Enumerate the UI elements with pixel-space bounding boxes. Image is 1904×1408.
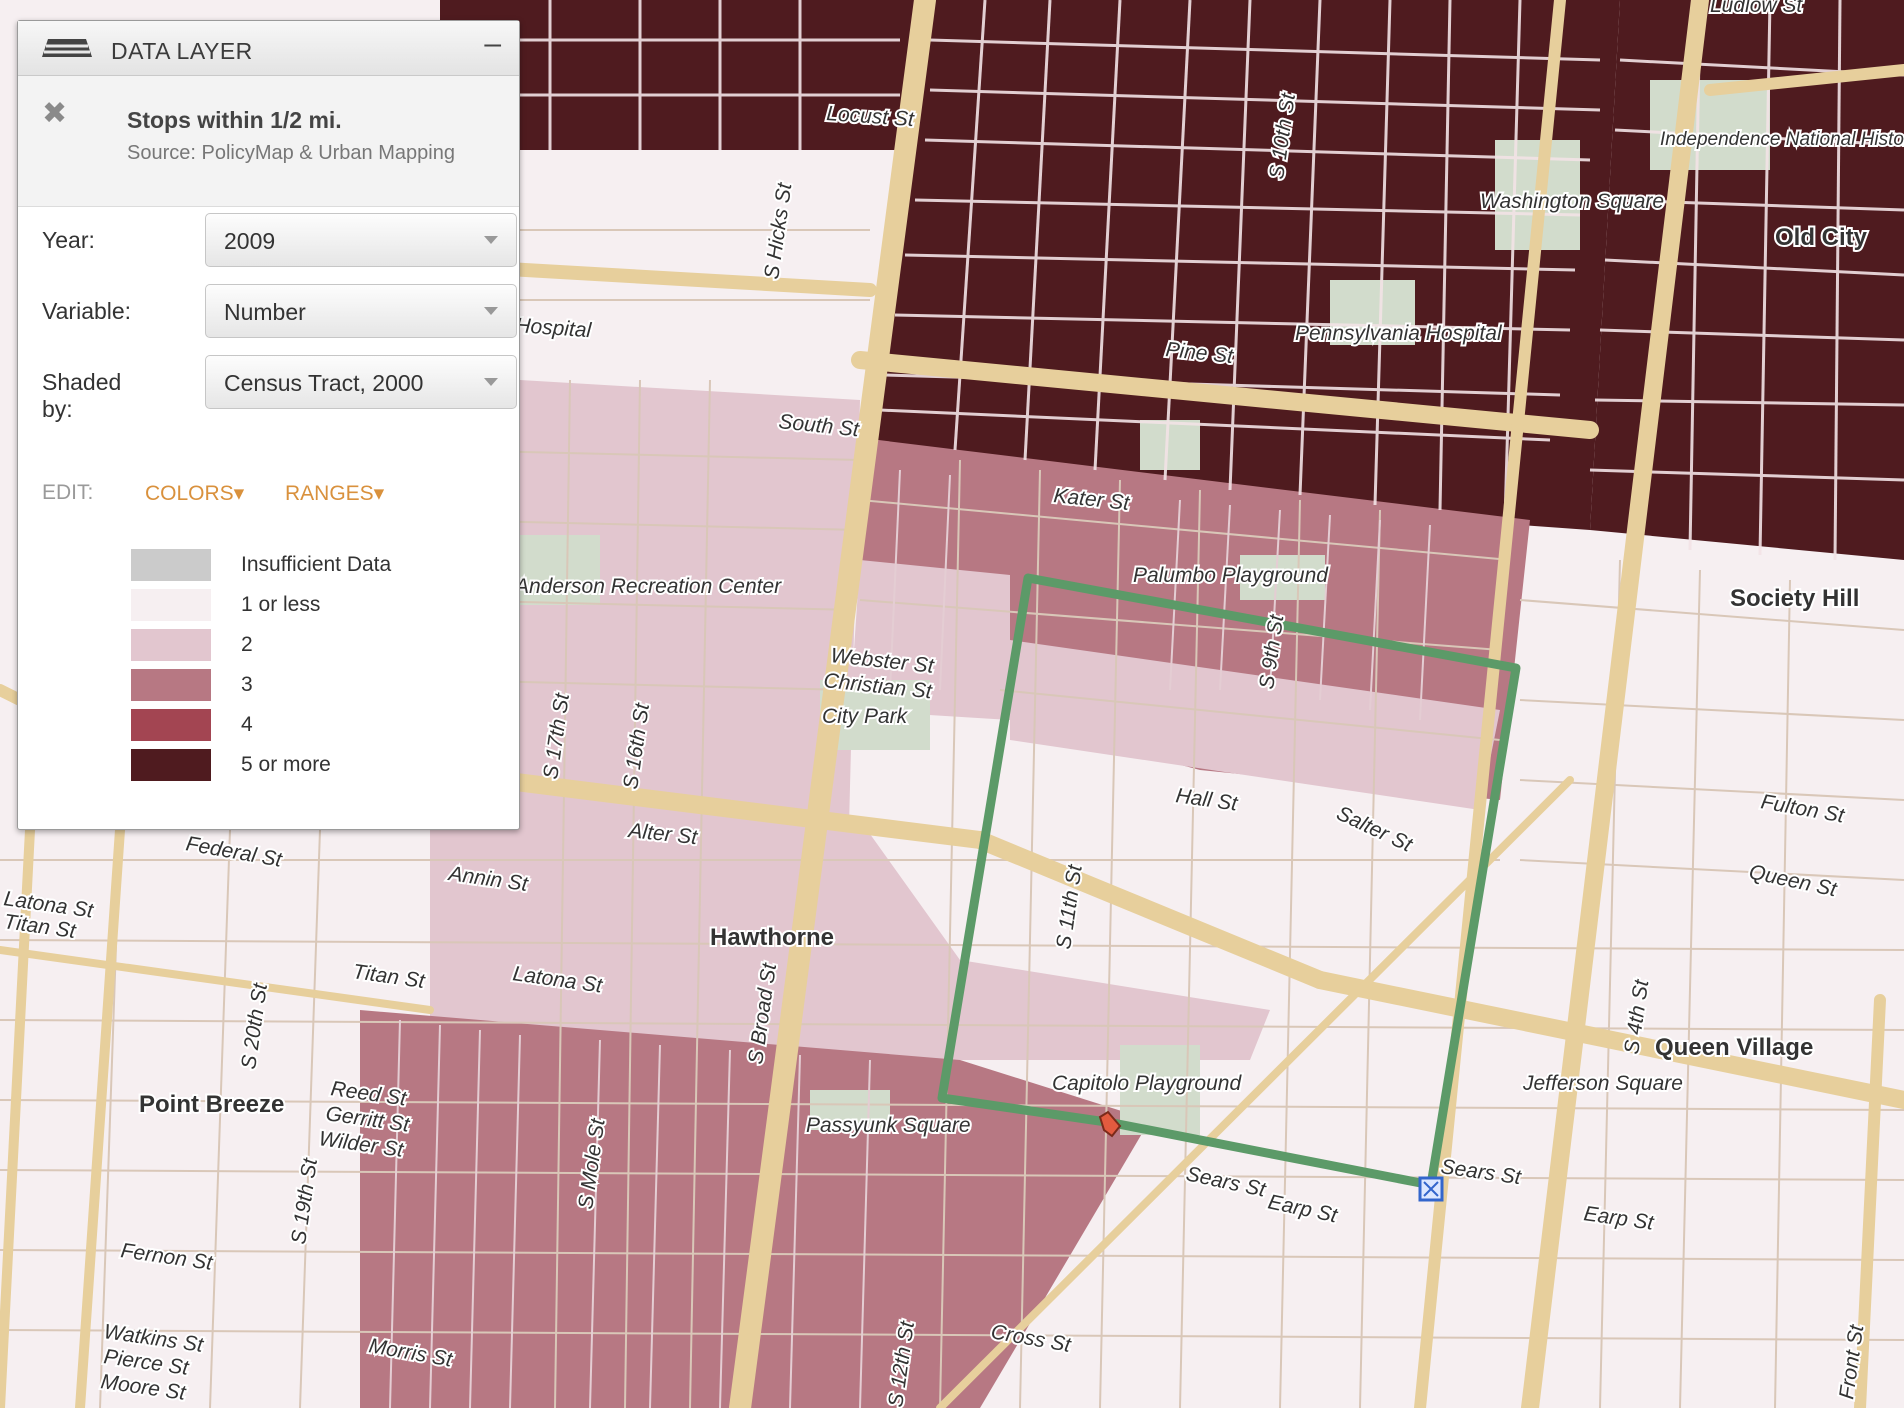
- legend-item: 3: [131, 669, 531, 701]
- chevron-down-icon: [484, 236, 498, 244]
- legend-label: 2: [241, 633, 253, 656]
- map-label: Jefferson Square: [1522, 1072, 1683, 1095]
- legend-swatch: [131, 549, 211, 581]
- map-label: City Park: [822, 705, 909, 728]
- map-label: Queen Village: [1655, 1034, 1813, 1061]
- minimize-button[interactable]: –: [484, 27, 501, 61]
- colors-menu[interactable]: COLORS▾: [145, 481, 244, 506]
- legend-swatch: [131, 709, 211, 741]
- panel-header: DATA LAYER –: [18, 21, 519, 76]
- variable-value: Number: [224, 299, 306, 325]
- map-label: Anderson Recreation Center: [513, 575, 782, 598]
- legend-swatch: [131, 749, 211, 781]
- year-value: 2009: [224, 228, 276, 254]
- legend-item: 1 or less: [131, 589, 531, 621]
- chevron-down-icon: [484, 378, 498, 386]
- variable-label: Variable:: [42, 298, 132, 324]
- layer-name: Stops within 1/2 mi.: [127, 107, 342, 133]
- legend-label: 5 or more: [241, 753, 331, 776]
- map-label: Society Hill: [1730, 585, 1859, 612]
- legend-label: 4: [241, 713, 253, 736]
- map-label: Palumbo Playground: [1133, 564, 1329, 587]
- legend-label: 3: [241, 673, 253, 696]
- legend-swatch: [131, 589, 211, 621]
- ranges-menu[interactable]: RANGES▾: [285, 481, 384, 506]
- map-label: Hawthorne: [710, 924, 834, 951]
- map-label: Washington Square: [1480, 190, 1664, 213]
- shaded-by-value: Census Tract, 2000: [224, 370, 424, 396]
- layer-info: ✖ Stops within 1/2 mi. Source: PolicyMap…: [18, 76, 519, 207]
- legend-item: 4: [131, 709, 531, 741]
- map-label: Ludlow St: [1710, 0, 1803, 17]
- map-label: Capitolo Playground: [1052, 1072, 1242, 1095]
- remove-layer-icon[interactable]: ✖: [42, 96, 67, 131]
- legend-label: Insufficient Data: [241, 553, 392, 576]
- legend-item: Insufficient Data: [131, 549, 531, 581]
- chevron-down-icon: [484, 307, 498, 315]
- edit-label: EDIT:: [42, 481, 94, 504]
- layers-icon: [42, 39, 92, 57]
- map-label: Pennsylvania Hospital: [1295, 322, 1503, 345]
- variable-select[interactable]: Number: [205, 284, 517, 338]
- legend-item: 2: [131, 629, 531, 661]
- shaded-by-select[interactable]: Census Tract, 2000: [205, 355, 517, 409]
- year-select[interactable]: 2009: [205, 213, 517, 267]
- layer-source: Source: PolicyMap & Urban Mapping: [127, 142, 455, 164]
- legend-swatch: [131, 629, 211, 661]
- map-label: Independence National Historical Pk: [1660, 129, 1904, 150]
- data-layer-panel: DATA LAYER – ✖ Stops within 1/2 mi. Sour…: [17, 20, 520, 830]
- map-label: Passyunk Square: [806, 1114, 971, 1137]
- legend-label: 1 or less: [241, 593, 321, 616]
- year-label: Year:: [42, 227, 95, 253]
- map-label: Old City: [1775, 224, 1868, 251]
- legend-swatch: [131, 669, 211, 701]
- shaded-by-label: Shaded by:: [42, 369, 122, 422]
- legend-item: 5 or more: [131, 749, 531, 781]
- map-label: Point Breeze: [139, 1091, 284, 1118]
- panel-title: DATA LAYER: [111, 38, 253, 64]
